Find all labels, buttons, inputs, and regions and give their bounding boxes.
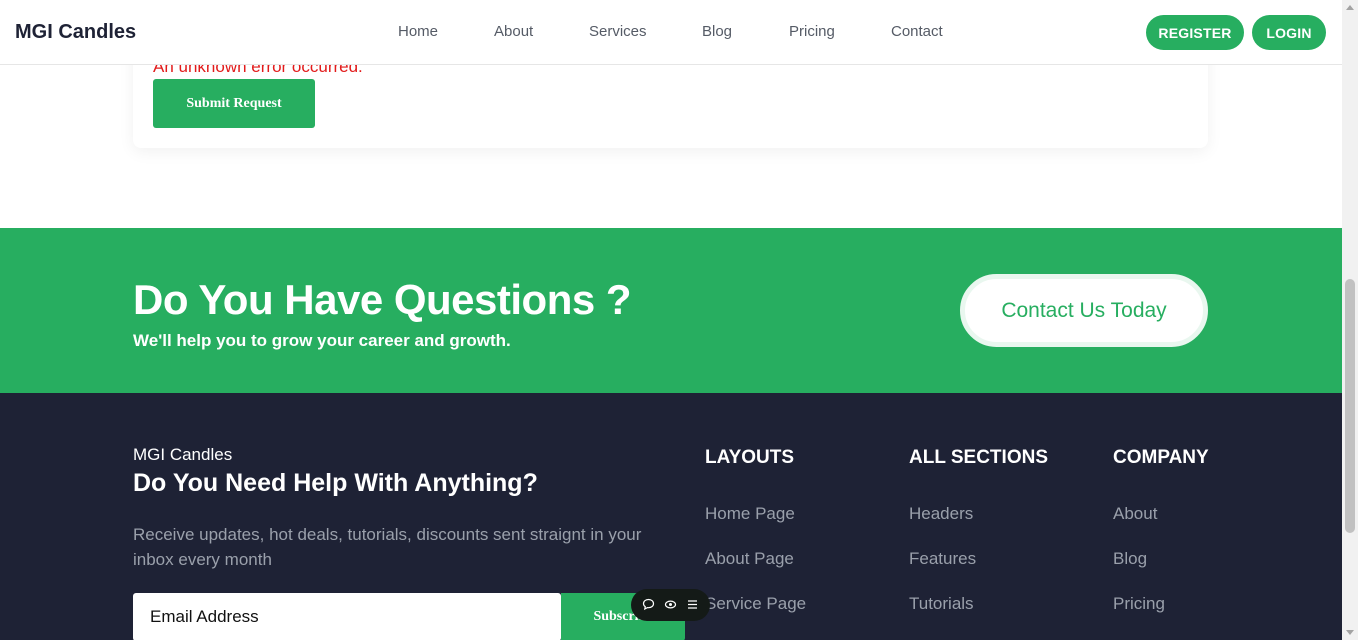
main-nav: Home About Services Blog Pricing Contact [0,0,1342,65]
footer-link-home-page[interactable]: Home Page [705,504,795,524]
footer-link-features[interactable]: Features [909,549,976,569]
page: MGI Candles Home About Services Blog Pri… [0,0,1342,640]
floating-toolbar [631,589,710,621]
nav-about[interactable]: About [494,23,533,40]
scroll-down-icon[interactable] [1346,630,1354,635]
footer-brand: MGI Candles [133,445,233,464]
cta-subtitle: We'll help you to grow your career and g… [133,331,511,350]
nav-blog[interactable]: Blog [702,23,732,40]
nav-home[interactable]: Home [398,23,438,40]
footer-link-pricing[interactable]: Pricing [1113,594,1165,614]
navbar: MGI Candles Home About Services Blog Pri… [0,0,1342,65]
page-scrollbar[interactable] [1342,0,1358,640]
nav-contact[interactable]: Contact [891,23,943,40]
nav-pricing[interactable]: Pricing [789,23,835,40]
footer-link-tutorials[interactable]: Tutorials [909,594,974,614]
footer-col-layouts-title: LAYOUTS [705,447,795,468]
email-input[interactable] [133,593,561,640]
scroll-up-icon[interactable] [1346,5,1354,10]
footer-col-company-title: COMPANY [1113,447,1209,468]
register-button[interactable]: REGISTER [1146,15,1244,50]
login-button[interactable]: LOGIN [1252,15,1326,50]
contact-us-button[interactable]: Contact Us Today [960,274,1208,347]
scrollbar-thumb[interactable] [1345,279,1355,533]
footer-link-headers[interactable]: Headers [909,504,973,524]
footer-link-about[interactable]: About [1113,504,1157,524]
submit-request-button[interactable]: Submit Request [153,79,315,128]
footer-link-service-page[interactable]: Service Page [705,594,806,614]
footer-link-blog[interactable]: Blog [1113,549,1147,569]
nav-services[interactable]: Services [589,23,647,40]
footer-col-sections-title: ALL SECTIONS [909,447,1048,468]
comment-icon[interactable] [642,598,655,613]
footer-description: Receive updates, hot deals, tutorials, d… [133,525,642,569]
footer-heading: Do You Need Help With Anything? [133,469,538,497]
menu-icon[interactable] [686,598,699,613]
cta-banner: Do You Have Questions ? We'll help you t… [0,228,1342,393]
eye-icon[interactable] [664,598,677,613]
cta-title: Do You Have Questions ? [133,276,632,323]
footer-link-about-page[interactable]: About Page [705,549,794,569]
